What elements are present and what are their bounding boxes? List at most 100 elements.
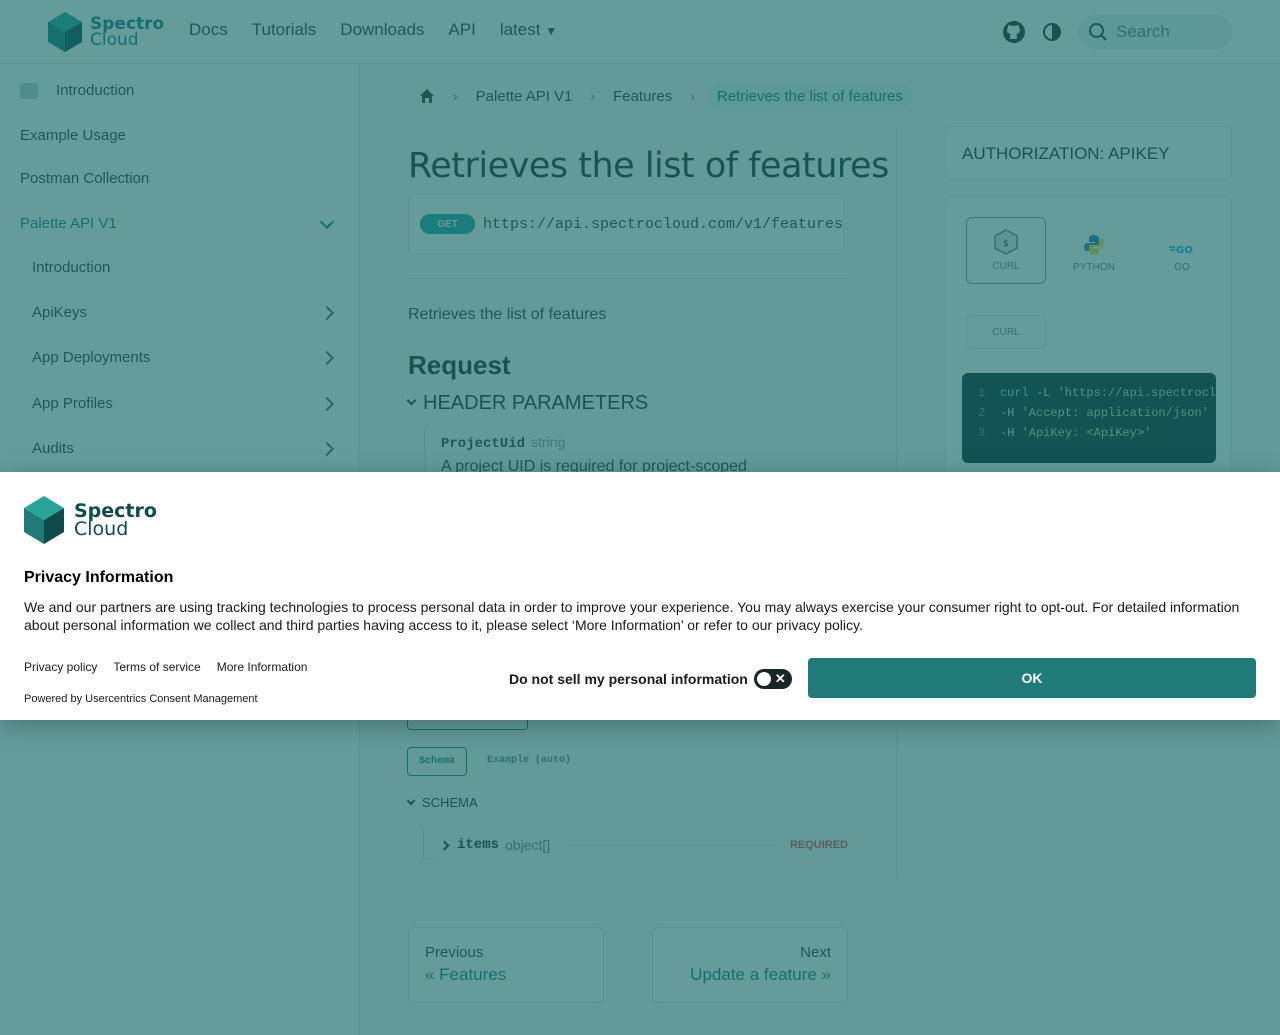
schema-item-type: object[] bbox=[505, 837, 551, 853]
nav-link-downloads[interactable]: Downloads bbox=[340, 20, 424, 40]
toggle-knob bbox=[756, 672, 771, 686]
code-command: curl bbox=[999, 386, 1029, 400]
param-name: ProjectUid bbox=[441, 436, 526, 452]
do-not-sell-label: Do not sell my personal information bbox=[509, 671, 748, 687]
schema-toggle[interactable]: SCHEMA bbox=[406, 795, 478, 810]
lang-tab-curl[interactable]: $ CURL bbox=[966, 217, 1046, 284]
tab-schema[interactable]: Schema bbox=[407, 747, 467, 776]
navbar: Spectro Cloud Docs Tutorials Downloads A… bbox=[0, 0, 1280, 64]
terms-of-service-link[interactable]: Terms of service bbox=[113, 660, 200, 674]
search-input[interactable]: Search bbox=[1078, 14, 1232, 50]
header-params-toggle[interactable]: HEADER PARAMETERS bbox=[406, 392, 649, 415]
tab-example[interactable]: Example (auto) bbox=[487, 755, 571, 766]
sidebar-subitem-audits[interactable]: Audits bbox=[32, 440, 340, 457]
search-placeholder: Search bbox=[1116, 22, 1170, 41]
version-label: latest bbox=[499, 20, 541, 39]
page: Spectro Cloud Docs Tutorials Downloads A… bbox=[0, 0, 1280, 1035]
home-icon[interactable] bbox=[419, 88, 435, 104]
consent-banner: Spectro Cloud Privacy Information We and… bbox=[0, 472, 1280, 720]
previous-title: « Features bbox=[425, 965, 507, 984]
required-badge: REQUIRED bbox=[789, 839, 848, 851]
curl-icon: $ bbox=[994, 229, 1018, 255]
code-line: 3 -H 'ApiKey: <ApiKey>' bbox=[978, 426, 1216, 446]
sidebar-subitem-app-deployments[interactable]: App Deployments bbox=[32, 349, 340, 366]
param-type: string bbox=[531, 434, 566, 450]
sidebar-item-label: Introduction bbox=[56, 82, 135, 99]
code-flag: -H bbox=[1000, 406, 1022, 420]
sidebar-item-label: Introduction bbox=[32, 259, 111, 276]
line-number: 1 bbox=[978, 386, 986, 400]
breadcrumb-item-features[interactable]: Features bbox=[613, 88, 672, 105]
code-line: 2 -H 'Accept: application/json' bbox=[978, 406, 1216, 426]
code-panel: $ CURL PYTHON GO GO CURL 1 curl -L 'http… bbox=[945, 196, 1232, 486]
endpoint-description: Retrieves the list of features bbox=[408, 306, 607, 323]
sidebar-item-introduction[interactable]: Introduction bbox=[20, 82, 340, 99]
authorization-box[interactable]: AUTHORIZATION: APIKEY bbox=[945, 126, 1232, 180]
nav-link-docs[interactable]: Docs bbox=[189, 20, 228, 40]
sidebar-subitem-app-profiles[interactable]: App Profiles bbox=[32, 395, 340, 412]
schema-item-row[interactable]: items object[] REQUIRED bbox=[439, 837, 848, 853]
privacy-policy-link[interactable]: Privacy policy bbox=[24, 660, 97, 674]
code-flag: -H bbox=[1000, 426, 1022, 440]
breadcrumb-separator-icon: › bbox=[453, 88, 458, 104]
chevron-down-icon bbox=[406, 796, 416, 805]
code-block: 1 curl -L 'https://api.spectrocl 2 -H 'A… bbox=[962, 373, 1216, 463]
nav-links: Docs Tutorials Downloads API latest ▼ bbox=[189, 20, 557, 40]
sidebar-item-label: Palette API V1 bbox=[20, 215, 117, 232]
chevron-down-icon bbox=[406, 395, 417, 406]
breadcrumb-current: Retrieves the list of features bbox=[706, 82, 913, 110]
nav-link-tutorials[interactable]: Tutorials bbox=[252, 20, 317, 40]
breadcrumb-separator-icon: › bbox=[690, 88, 695, 104]
lang-label: CURL bbox=[992, 261, 1020, 272]
sidebar-item-label: App Deployments bbox=[32, 349, 151, 366]
close-icon: ✕ bbox=[774, 671, 786, 686]
version-dropdown[interactable]: latest ▼ bbox=[500, 20, 557, 40]
sidebar-item-example-usage[interactable]: Example Usage bbox=[20, 127, 340, 144]
consent-title: Privacy Information bbox=[24, 569, 174, 586]
consent-links: Privacy policy Terms of service More Inf… bbox=[24, 660, 307, 674]
line-number: 2 bbox=[978, 406, 986, 420]
lang-tab-go[interactable]: GO GO bbox=[1142, 217, 1222, 284]
do-not-sell-control: Do not sell my personal information ✕ bbox=[509, 669, 792, 689]
next-page-link[interactable]: Next Update a feature » bbox=[652, 927, 848, 1003]
logo-line2: Cloud bbox=[74, 518, 129, 540]
svg-text:$: $ bbox=[1003, 239, 1008, 249]
sidebar-item-postman-collection[interactable]: Postman Collection bbox=[20, 170, 340, 187]
next-label: Next bbox=[800, 944, 831, 961]
theme-toggle-icon[interactable] bbox=[1042, 22, 1062, 42]
next-title: Update a feature » bbox=[690, 965, 831, 984]
code-string: 'https://api.spectrocl bbox=[1057, 386, 1216, 400]
param-guide-line bbox=[424, 428, 425, 476]
do-not-sell-toggle[interactable]: ✕ bbox=[753, 669, 792, 689]
consent-logo: Spectro Cloud bbox=[24, 496, 157, 544]
sidebar-subitem-introduction[interactable]: Introduction bbox=[32, 259, 340, 276]
code-string: 'ApiKey: <ApiKey>' bbox=[1021, 426, 1152, 440]
sidebar-item-palette-api-v1[interactable]: Palette API V1 bbox=[20, 214, 340, 232]
lang-label: PYTHON bbox=[1073, 262, 1115, 273]
github-icon[interactable] bbox=[1002, 20, 1026, 44]
sub-tab-curl[interactable]: CURL bbox=[966, 315, 1046, 349]
chevron-right-icon bbox=[319, 441, 335, 456]
sidebar-item-label: Audits bbox=[32, 440, 74, 457]
breadcrumb-item-palette-api[interactable]: Palette API V1 bbox=[476, 88, 573, 105]
header-params-heading: HEADER PARAMETERS bbox=[423, 392, 649, 414]
page-title: Retrieves the list of features bbox=[408, 146, 889, 186]
caret-down-icon: ▼ bbox=[545, 24, 558, 38]
lang-label: GO bbox=[1174, 262, 1190, 273]
spectro-logo-icon bbox=[24, 496, 64, 544]
search-icon bbox=[1089, 23, 1107, 41]
previous-page-link[interactable]: Previous « Features bbox=[408, 927, 604, 1003]
breadcrumb-separator-icon: › bbox=[590, 88, 596, 104]
chevron-right-icon bbox=[439, 840, 450, 850]
endpoint-url: https://api.spectrocloud.com/v1/features bbox=[482, 215, 843, 233]
logo[interactable]: Spectro Cloud bbox=[48, 12, 164, 52]
chevron-down-icon bbox=[319, 214, 335, 229]
schema-guide-line bbox=[423, 828, 424, 860]
breadcrumb: › Palette API V1 › Features › Retrieves … bbox=[408, 82, 913, 110]
sidebar-subitem-apikeys[interactable]: ApiKeys bbox=[32, 304, 340, 321]
more-information-link[interactable]: More Information bbox=[217, 660, 308, 674]
ok-button[interactable]: OK bbox=[808, 658, 1256, 698]
powered-by: Powered by Usercentrics Consent Manageme… bbox=[24, 693, 258, 705]
nav-link-api[interactable]: API bbox=[448, 20, 475, 40]
lang-tab-python[interactable]: PYTHON bbox=[1054, 217, 1134, 284]
